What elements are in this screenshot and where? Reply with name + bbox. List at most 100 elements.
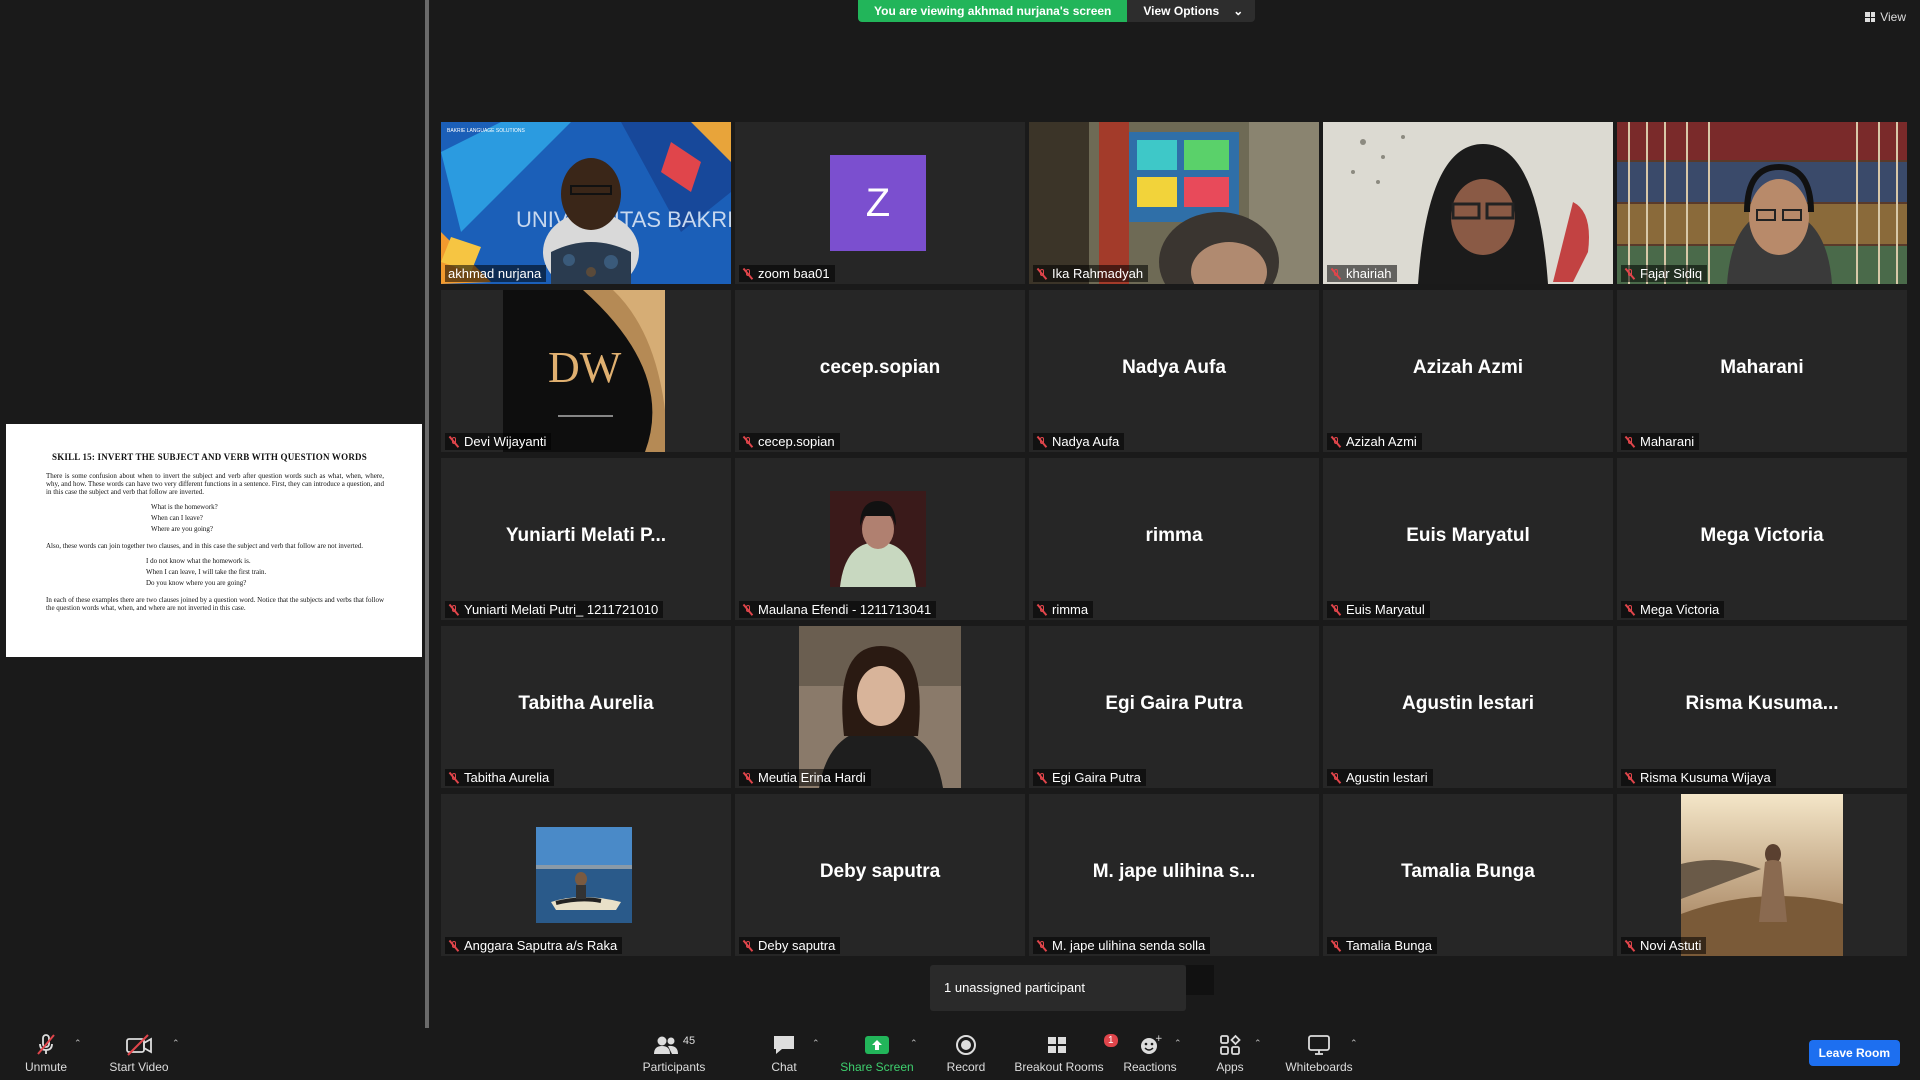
profile-picture xyxy=(1681,794,1843,956)
participant-tile[interactable]: M. jape ulihina s... M. jape ulihina sen… xyxy=(1029,794,1319,956)
profile-picture xyxy=(799,626,961,788)
profile-picture: DW xyxy=(503,290,665,452)
share-screen-label: Share Screen xyxy=(840,1060,914,1074)
participant-tile[interactable]: Z zoom baa01 xyxy=(735,122,1025,284)
participant-tile[interactable]: UNIVERSITAS BAKRIE BAKRIE LANGUAGE SOLUT… xyxy=(441,122,731,284)
video-options-caret[interactable]: ⌃ xyxy=(172,1038,180,1049)
participant-name: M. jape ulihina senda solla xyxy=(1052,938,1206,953)
record-icon xyxy=(956,1035,976,1055)
avatar: Z xyxy=(830,155,926,251)
participant-tile[interactable]: Azizah Azmi Azizah Azmi xyxy=(1323,290,1613,452)
participant-tile[interactable]: Euis Maryatul Euis Maryatul xyxy=(1323,458,1613,620)
participant-tile[interactable]: Ika Rahmadyah xyxy=(1029,122,1319,284)
whiteboards-label: Whiteboards xyxy=(1285,1060,1353,1074)
participant-tile[interactable]: Risma Kusuma... Risma Kusuma Wijaya xyxy=(1617,626,1907,788)
participants-button[interactable]: 45 Participants xyxy=(640,1028,708,1080)
participant-name-label: Ika Rahmadyah xyxy=(1033,265,1149,282)
participant-name-label: Azizah Azmi xyxy=(1327,433,1422,450)
meeting-toolbar: Unmute ⌃ Start Video ⌃ 45 Participants C… xyxy=(0,1028,1920,1080)
view-options-button[interactable]: View Options ⌄ xyxy=(1127,0,1256,22)
participant-name-label: Egi Gaira Putra xyxy=(1033,769,1146,786)
participant-tile[interactable]: Deby saputra Deby saputra xyxy=(735,794,1025,956)
mic-muted-icon xyxy=(1624,940,1636,952)
participant-display-name: Tamalia Bunga xyxy=(1401,861,1535,882)
participant-tile[interactable]: Meutia Erina Hardi xyxy=(735,626,1025,788)
participant-tile[interactable]: DW Devi Wijayanti xyxy=(441,290,731,452)
unassigned-participant-tooltip[interactable]: 1 unassigned participant xyxy=(930,965,1186,1011)
participant-tile[interactable]: Novi Astuti xyxy=(1617,794,1907,956)
mic-muted-icon xyxy=(1624,772,1636,784)
participant-tile[interactable]: khairiah xyxy=(1323,122,1613,284)
participant-name-label: zoom baa01 xyxy=(739,265,835,282)
mic-muted-icon xyxy=(1330,604,1342,616)
participant-video xyxy=(1323,122,1613,284)
whiteboards-options-caret[interactable]: ⌃ xyxy=(1350,1038,1358,1049)
participant-video xyxy=(1617,122,1907,284)
participant-name-label: rimma xyxy=(1033,601,1094,618)
panel-splitter[interactable] xyxy=(425,0,429,1028)
share-screen-button[interactable]: Share Screen xyxy=(838,1028,916,1080)
apps-button[interactable]: Apps xyxy=(1208,1028,1252,1080)
participant-tile[interactable]: Anggara Saputra a/s Raka xyxy=(441,794,731,956)
breakout-rooms-button[interactable]: 1 Breakout Rooms xyxy=(1012,1028,1118,1080)
participant-tile[interactable]: Maulana Efendi - 1211713041 xyxy=(735,458,1025,620)
document-paragraph: In each of these examples there are two … xyxy=(46,596,384,612)
participant-name-label: Novi Astuti xyxy=(1621,937,1707,954)
reactions-button[interactable]: + Reactions xyxy=(1122,1028,1178,1080)
share-options-caret[interactable]: ⌃ xyxy=(910,1038,918,1049)
participant-tile[interactable]: cecep.sopian cecep.sopian xyxy=(735,290,1025,452)
video-camera-off-icon xyxy=(126,1034,152,1056)
participant-display-name: Deby saputra xyxy=(819,861,941,882)
participant-tile[interactable]: Tabitha Aurelia Tabitha Aurelia xyxy=(441,626,731,788)
chat-bubble-icon xyxy=(774,1036,794,1054)
unmute-button[interactable]: Unmute xyxy=(18,1028,74,1080)
tooltip-backdrop xyxy=(1186,965,1214,995)
participant-tile[interactable]: Yuniarti Melati P... Yuniarti Melati Put… xyxy=(441,458,731,620)
participant-display-name: M. jape ulihina s... xyxy=(1092,861,1256,882)
participant-name-label: Tamalia Bunga xyxy=(1327,937,1437,954)
participant-tile[interactable]: rimma rimma xyxy=(1029,458,1319,620)
audio-options-caret[interactable]: ⌃ xyxy=(74,1038,82,1049)
reactions-options-caret[interactable]: ⌃ xyxy=(1174,1038,1182,1049)
participant-tile[interactable]: Maharani Maharani xyxy=(1617,290,1907,452)
leave-room-button[interactable]: Leave Room xyxy=(1808,1040,1900,1066)
document-paragraph: Also, these words can join together two … xyxy=(46,542,364,550)
mic-muted-icon xyxy=(1624,604,1636,616)
participant-tile[interactable]: Nadya Aufa Nadya Aufa xyxy=(1029,290,1319,452)
record-button[interactable]: Record xyxy=(940,1028,992,1080)
participant-tile[interactable]: Fajar Sidiq xyxy=(1617,122,1907,284)
participant-name: Devi Wijayanti xyxy=(464,434,547,449)
participant-name-label: Mega Victoria xyxy=(1621,601,1725,618)
view-options-label: View Options xyxy=(1143,4,1220,18)
participant-name-label: Meutia Erina Hardi xyxy=(739,769,871,786)
start-video-button[interactable]: Start Video xyxy=(104,1028,174,1080)
mic-muted-icon xyxy=(742,268,754,280)
view-button[interactable]: View xyxy=(1865,10,1906,24)
participant-name-label: Tabitha Aurelia xyxy=(445,769,555,786)
whiteboards-button[interactable]: Whiteboards xyxy=(1280,1028,1358,1080)
chat-options-caret[interactable]: ⌃ xyxy=(812,1038,820,1049)
mic-muted-icon xyxy=(448,772,460,784)
dw-logo-text: DW xyxy=(548,343,622,392)
participant-name-label: khairiah xyxy=(1327,265,1397,282)
mic-muted-icon xyxy=(1036,772,1048,784)
apps-options-caret[interactable]: ⌃ xyxy=(1254,1038,1262,1049)
breakout-rooms-label: Breakout Rooms xyxy=(1014,1060,1104,1074)
example-line: When I can leave, I will take the first … xyxy=(146,568,267,576)
participant-display-name: Maharani xyxy=(1720,357,1804,378)
viewing-screen-message: You are viewing akhmad nurjana's screen xyxy=(858,0,1128,22)
chat-button[interactable]: Chat xyxy=(762,1028,806,1080)
participants-count: 45 xyxy=(682,1035,696,1047)
profile-picture xyxy=(830,491,926,587)
view-label: View xyxy=(1880,10,1906,24)
mic-muted-icon xyxy=(742,772,754,784)
participant-tile[interactable]: Mega Victoria Mega Victoria xyxy=(1617,458,1907,620)
chat-label: Chat xyxy=(771,1060,797,1074)
participant-tile[interactable]: Egi Gaira Putra Egi Gaira Putra xyxy=(1029,626,1319,788)
participant-tile[interactable]: Agustin lestari Agustin lestari xyxy=(1323,626,1613,788)
participant-tile[interactable]: Tamalia Bunga Tamalia Bunga xyxy=(1323,794,1613,956)
participant-name: rimma xyxy=(1052,602,1089,617)
microphone-muted-icon xyxy=(37,1034,55,1055)
participant-name: Nadya Aufa xyxy=(1052,434,1120,449)
mic-muted-icon xyxy=(1036,940,1048,952)
